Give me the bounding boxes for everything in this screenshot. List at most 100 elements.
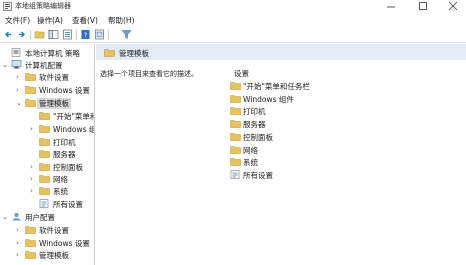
collapsed-chevron-icon[interactable]: › — [16, 226, 23, 234]
folder-icon — [230, 82, 241, 90]
export-list-icon[interactable] — [62, 29, 73, 40]
maximize-icon — [419, 2, 427, 10]
settings-icon — [39, 199, 49, 208]
menu-bar: 文件(F) 操作(A) 查看(V) 帮助(H) — [0, 13, 466, 27]
collapsed-chevron-icon[interactable]: › — [30, 125, 37, 133]
tree-item-label: 用户配置 — [25, 213, 55, 222]
menu-view[interactable]: 查看(V) — [72, 15, 98, 26]
folder-icon — [230, 120, 241, 128]
details-header: 管理模板 — [96, 44, 466, 60]
expanded-chevron-icon[interactable]: ⌄ — [16, 99, 23, 107]
column-header-settings[interactable]: 设置 — [234, 68, 249, 79]
collapsed-chevron-icon[interactable]: › — [16, 251, 23, 259]
svg-text:?: ? — [84, 32, 88, 40]
tree-item-label: 网络 — [53, 175, 68, 184]
help-icon[interactable]: ? — [80, 29, 91, 40]
filter-icon[interactable] — [121, 29, 132, 40]
toolbar-separator — [108, 30, 109, 40]
folder-icon — [25, 239, 36, 247]
folder-icon — [39, 112, 50, 120]
folder-icon — [39, 125, 50, 133]
toolbar-separator — [30, 30, 31, 40]
settings-list-item-label: 打印机 — [243, 107, 266, 116]
no-chevron — [30, 150, 37, 158]
collapsed-chevron-icon[interactable]: › — [16, 239, 23, 247]
folder-icon — [39, 138, 50, 146]
up-folder-icon[interactable] — [34, 29, 45, 40]
tree-item-label: 控制面板 — [53, 163, 83, 172]
toolbar-separator — [76, 30, 77, 40]
details-header-title: 管理模板 — [119, 49, 149, 58]
tree-item-label: 计算机配置 — [25, 61, 63, 70]
settings-list-item-label: 系统 — [243, 158, 258, 167]
tree-item-label: 服务器 — [53, 150, 76, 159]
settings-list-item-label: 控制面板 — [243, 133, 273, 142]
forward-icon[interactable] — [16, 29, 27, 40]
minimize-icon — [387, 6, 395, 8]
collapsed-chevron-icon[interactable]: › — [30, 163, 37, 171]
folder-icon — [25, 226, 36, 234]
folder-icon — [230, 133, 241, 141]
computer-icon — [11, 60, 22, 69]
tree-item-label: "开始"菜单和 — [53, 112, 95, 121]
tree-item-label: 系统 — [53, 187, 68, 196]
settings-list-item-label: 服务器 — [243, 120, 266, 129]
tree-item-label: 管理模板 — [37, 98, 71, 109]
folder-icon — [39, 150, 50, 158]
tree-item-label: 本地计算机 策略 — [25, 49, 80, 58]
title-bar: 本地组策略编辑器 — [0, 0, 466, 13]
menu-action[interactable]: 操作(A) — [37, 15, 63, 26]
tree-item-label: 所有设置 — [53, 200, 83, 209]
settings-list-item-label: Windows 组件 — [243, 94, 294, 104]
no-chevron — [30, 200, 37, 208]
close-icon — [448, 1, 458, 11]
collapsed-chevron-icon[interactable]: › — [16, 73, 23, 81]
folder-icon — [104, 49, 115, 57]
folder-icon — [39, 187, 50, 195]
show-hide-tree-icon[interactable] — [48, 29, 59, 40]
no-chevron — [30, 138, 37, 146]
folder-icon — [230, 145, 241, 154]
tree-item-label: 软件设置 — [39, 73, 69, 82]
settings-list-item-label: 所有设置 — [243, 170, 273, 180]
folder-icon — [25, 99, 36, 107]
expanded-chevron-icon[interactable]: ⌄ — [2, 61, 9, 69]
user-icon — [12, 213, 21, 221]
folder-icon — [230, 107, 241, 115]
tree-item-label: 软件设置 — [39, 226, 69, 235]
expanded-chevron-icon[interactable]: ⌄ — [2, 213, 9, 221]
back-icon[interactable] — [3, 29, 14, 40]
settings-list-item-label: "开始"菜单和任务栏 — [243, 82, 310, 91]
folder-icon — [25, 251, 36, 259]
description-text: 选择一个项目来查看它的描述。 — [100, 70, 198, 78]
toolbar: ? — [0, 27, 466, 43]
window-title: 本地组策略编辑器 — [15, 2, 71, 10]
close-button[interactable] — [440, 0, 466, 13]
menu-help[interactable]: 帮助(H) — [108, 15, 135, 26]
policy-icon — [11, 48, 21, 57]
no-chevron — [30, 112, 37, 120]
tree-item-label: 管理模板 — [39, 251, 69, 260]
settings-icon — [230, 169, 240, 179]
menu-file[interactable]: 文件(F) — [5, 15, 30, 26]
settings-list-item-label: 网络 — [243, 145, 258, 155]
collapsed-chevron-icon[interactable]: › — [30, 175, 37, 183]
details-pane: 管理模板 选择一个项目来查看它的描述。 设置 "开始"菜单和任务栏 Windows… — [96, 44, 466, 265]
folder-icon — [230, 94, 241, 103]
properties-icon[interactable] — [94, 29, 105, 40]
tree-item-label: Windows 设置 — [39, 239, 90, 248]
maximize-button[interactable] — [410, 0, 436, 13]
tree-item-label: 打印机 — [53, 138, 76, 147]
minimize-button[interactable] — [378, 0, 404, 13]
folder-icon — [230, 158, 241, 166]
folder-icon — [25, 73, 36, 81]
tree-item-label: Windows 设置 — [39, 86, 90, 95]
tree-pane: 本地计算机 策略 ⌄ 计算机配置 › 软件设置 › Windows 设置 ⌄ 管理模板 "开始"菜… — [0, 44, 95, 265]
app-icon — [3, 2, 12, 11]
collapsed-chevron-icon[interactable]: › — [30, 187, 37, 195]
collapsed-chevron-icon[interactable]: › — [16, 86, 23, 94]
no-chevron — [2, 49, 9, 57]
folder-icon — [39, 163, 50, 171]
tree-item-label: Windows 组 — [53, 125, 95, 134]
folder-icon — [39, 175, 50, 183]
